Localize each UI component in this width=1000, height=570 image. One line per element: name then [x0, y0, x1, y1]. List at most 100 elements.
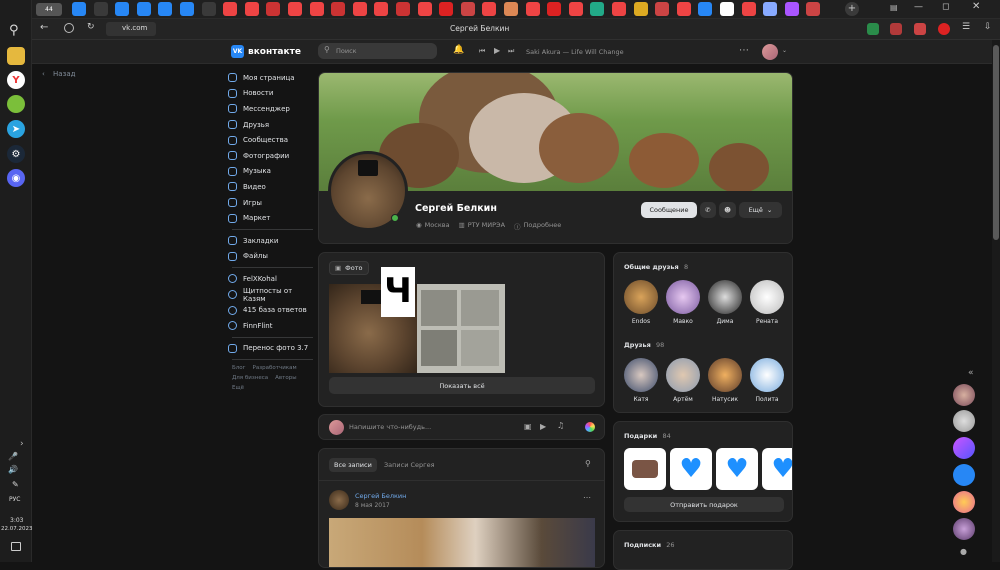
- browser-tab[interactable]: [547, 2, 562, 16]
- music-icon[interactable]: ♫: [557, 421, 564, 430]
- apps-grid-icon[interactable]: ⋯: [739, 45, 749, 56]
- menu-item[interactable]: Моя страница: [228, 70, 313, 86]
- browser-tab[interactable]: [72, 2, 86, 16]
- prev-track-icon[interactable]: ⏮: [479, 47, 485, 56]
- menu-item[interactable]: Файлы: [228, 249, 313, 265]
- scrollbar-thumb[interactable]: [993, 45, 999, 240]
- browser-tab[interactable]: [201, 2, 216, 16]
- new-tab-button[interactable]: +: [845, 2, 859, 16]
- menu-item[interactable]: Мессенджер: [228, 101, 313, 117]
- header-avatar[interactable]: [762, 44, 778, 60]
- friend-name[interactable]: Дима: [704, 318, 746, 325]
- friend-avatar[interactable]: [624, 358, 658, 392]
- menu-item[interactable]: Новости: [228, 86, 313, 102]
- app-icon[interactable]: [7, 95, 25, 113]
- extension-icon[interactable]: [890, 23, 902, 35]
- browser-tab[interactable]: [266, 2, 281, 16]
- friends-title[interactable]: Друзья 98: [624, 341, 664, 349]
- send-gift-button[interactable]: Отправить подарок: [624, 497, 784, 512]
- browser-tab[interactable]: [180, 2, 194, 16]
- minimize-button[interactable]: —: [914, 2, 923, 12]
- protect-icon[interactable]: [64, 23, 74, 33]
- post-image[interactable]: [329, 518, 595, 567]
- browser-tab[interactable]: [612, 2, 626, 16]
- browser-tab[interactable]: [676, 2, 691, 16]
- browser-tab[interactable]: [633, 2, 648, 16]
- friend-avatar[interactable]: [708, 358, 742, 392]
- footer-link[interactable]: Для бизнеса: [232, 373, 268, 383]
- browser-tab[interactable]: [720, 2, 734, 16]
- download-icon[interactable]: ⇩: [984, 22, 992, 32]
- menu-item[interactable]: 415 база ответов: [228, 302, 313, 318]
- menu-item[interactable]: FelXKohal: [228, 271, 313, 287]
- more-button[interactable]: Ещё ⌄: [739, 202, 782, 218]
- tab-user-posts[interactable]: Записи Сергея: [384, 461, 434, 469]
- reload-icon[interactable]: ↻: [87, 22, 95, 32]
- friend-name[interactable]: Рената: [746, 318, 788, 325]
- back-link[interactable]: ‹ Назад: [42, 70, 75, 78]
- menu-item[interactable]: Сообщества: [228, 132, 313, 148]
- browser-tab[interactable]: [806, 2, 821, 16]
- play-icon[interactable]: ▶: [494, 46, 500, 55]
- chat-avatar[interactable]: [953, 518, 975, 540]
- yandex-browser-icon[interactable]: Y: [7, 71, 25, 89]
- photo-thumbnail[interactable]: [417, 284, 505, 373]
- camera-icon[interactable]: ▣: [524, 422, 532, 431]
- search-icon[interactable]: ⚲: [585, 459, 591, 468]
- gift-item[interactable]: [624, 448, 666, 490]
- video-icon[interactable]: ▶: [540, 422, 546, 431]
- call-button[interactable]: ✆: [700, 202, 716, 218]
- telegram-icon[interactable]: ➤: [7, 120, 25, 138]
- menu-item[interactable]: Видео: [228, 179, 313, 195]
- browser-tab[interactable]: [482, 2, 497, 16]
- browser-tab[interactable]: [784, 2, 799, 16]
- subscriptions-title[interactable]: Подписки 26: [624, 541, 675, 549]
- search-input[interactable]: ⚲ Поиск: [318, 43, 437, 59]
- now-playing-text[interactable]: Saki Akura — Life Will Change: [526, 48, 624, 56]
- collapse-chats-icon[interactable]: «: [968, 368, 974, 378]
- common-friends-title[interactable]: Общие друзья 8: [624, 263, 688, 271]
- menu-item[interactable]: Друзья: [228, 117, 313, 133]
- friend-avatar[interactable]: [750, 280, 784, 314]
- discord-icon[interactable]: ◉: [7, 169, 25, 187]
- browser-tab[interactable]: [374, 2, 389, 16]
- back-arrow-icon[interactable]: ←: [40, 22, 48, 33]
- tab-counter[interactable]: 44: [36, 3, 62, 16]
- notifications-bell-icon[interactable]: 🔔: [453, 45, 464, 55]
- friend-name[interactable]: Endos: [620, 318, 662, 325]
- extension-icon[interactable]: [867, 23, 879, 35]
- microphone-icon[interactable]: 🎤: [8, 452, 18, 461]
- language-indicator[interactable]: РУС: [9, 496, 20, 503]
- color-picker-icon[interactable]: [585, 422, 595, 432]
- chat-avatar[interactable]: [953, 437, 975, 459]
- extension-icon[interactable]: [914, 23, 926, 35]
- clock-date[interactable]: 22.07.2023: [1, 526, 33, 532]
- chevron-down-icon[interactable]: ⌄: [782, 47, 787, 54]
- friend-name[interactable]: Натусик: [704, 396, 746, 403]
- friend-avatar[interactable]: [708, 280, 742, 314]
- post-more-icon[interactable]: ⋯: [583, 493, 591, 502]
- menu-item[interactable]: Перенос фото 3.7: [228, 341, 313, 357]
- menu-item[interactable]: Музыка: [228, 164, 313, 180]
- menu-item[interactable]: Фотографии: [228, 148, 313, 164]
- menu-icon[interactable]: ☰: [962, 22, 970, 32]
- close-button[interactable]: ✕: [972, 1, 980, 12]
- browser-tab[interactable]: [525, 2, 540, 16]
- browser-tab[interactable]: [309, 2, 324, 16]
- browser-tab[interactable]: [331, 2, 346, 16]
- photos-tab[interactable]: ▣ Фото: [329, 261, 369, 275]
- browser-tab[interactable]: [568, 2, 583, 16]
- profile-details-link[interactable]: Подробнее: [524, 221, 562, 231]
- friend-name[interactable]: Мавко: [662, 318, 704, 325]
- pen-icon[interactable]: ✎: [12, 480, 19, 489]
- friend-avatar[interactable]: [750, 358, 784, 392]
- file-explorer-icon[interactable]: [7, 47, 25, 65]
- browser-tab[interactable]: [763, 2, 778, 16]
- menu-item[interactable]: Закладки: [228, 233, 313, 249]
- chat-avatar[interactable]: [953, 464, 975, 486]
- next-track-icon[interactable]: ⏭: [508, 47, 514, 56]
- browser-tab[interactable]: [590, 2, 605, 16]
- post-author[interactable]: Сергей Белкин: [355, 492, 406, 500]
- friend-avatar[interactable]: [624, 280, 658, 314]
- browser-tab[interactable]: [655, 2, 670, 16]
